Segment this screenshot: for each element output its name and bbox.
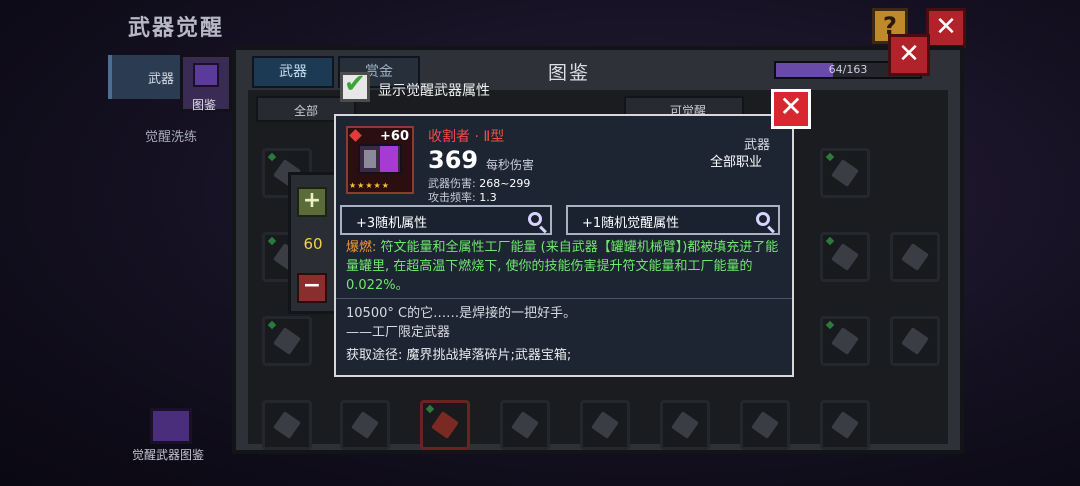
rate-label: 攻击频率: — [428, 191, 480, 204]
increase-button[interactable]: + — [297, 187, 327, 217]
tab-weapons[interactable]: 武器 — [252, 56, 334, 88]
awakened-codex-icon[interactable] — [150, 408, 192, 444]
level-value: 60 — [303, 235, 323, 253]
mech-arm-icon — [358, 144, 402, 174]
level-stepper: + 60 − — [288, 172, 338, 314]
show-awakened-attr-label: 显示觉醒武器属性 — [378, 83, 490, 99]
checkmark-icon: ✔ — [344, 69, 366, 99]
effect-text: 符文能量和全属性工厂能量 (来自武器【罐罐机械臂】)都被填充进了能量罐里, 在超… — [346, 240, 779, 293]
codex-label: 图鉴 — [192, 98, 217, 112]
star-rating: ★★★★★ — [349, 181, 390, 190]
rate-value: 1.3 — [479, 191, 497, 204]
random-attr-button[interactable]: +3随机属性 — [340, 205, 552, 235]
card-divider — [336, 298, 792, 299]
awakened-codex-label: 觉醒武器图鉴 — [132, 448, 205, 462]
weapon-cell[interactable] — [262, 316, 312, 366]
side-tab-reroll[interactable]: 觉醒洗练 — [145, 126, 197, 145]
acquisition-source: 获取途径: 魔界挑战掉落碎片;武器宝箱; — [346, 348, 572, 363]
collection-close-button[interactable]: ✕ — [888, 34, 930, 76]
card-close-button[interactable]: ✕ — [771, 89, 811, 129]
weapon-cell[interactable] — [890, 316, 940, 366]
show-awakened-attr-checkbox[interactable]: ✔ — [340, 69, 370, 102]
weapon-cell[interactable] — [820, 316, 870, 366]
awaken-attr-button[interactable]: +1随机觉醒属性 — [566, 205, 780, 235]
screen-title: 武器觉醒 — [128, 16, 225, 41]
weapon-class: 全部职业 — [710, 155, 763, 170]
weapon-cell[interactable] — [820, 148, 870, 198]
weapon-cell[interactable] — [420, 400, 470, 450]
weapon-level: +60 — [380, 129, 409, 144]
weapon-cell[interactable] — [660, 400, 710, 450]
weapon-cell[interactable] — [340, 400, 390, 450]
random-attr-label: +3随机属性 — [356, 216, 428, 231]
weapon-cell[interactable] — [580, 400, 630, 450]
dps-label: 每秒伤害 — [486, 158, 535, 172]
lore-line-2: ——工厂限定武器 — [346, 325, 451, 340]
weapon-cell[interactable] — [262, 400, 312, 450]
weapon-cell[interactable] — [890, 232, 940, 282]
screen-close-button[interactable]: ✕ — [926, 8, 966, 48]
effect-keyword: 爆燃: — [346, 240, 377, 255]
collection-title: 图鉴 — [548, 62, 591, 84]
weapon-cell[interactable] — [820, 400, 870, 450]
weapon-name: 收割者 · Ⅱ型 — [428, 129, 505, 145]
magnifier-icon — [756, 212, 770, 226]
weapon-cell[interactable] — [500, 400, 550, 450]
lore-text: 10500° C的它……是焊接的一把好手。 ——工厂限定武器 — [346, 304, 576, 342]
rate-stat: 攻击频率: 1.3 — [428, 189, 497, 205]
filter-label: 全部 — [294, 104, 319, 118]
lore-line-1: 10500° C的它……是焊接的一把好手。 — [346, 306, 577, 321]
decrease-button[interactable]: − — [297, 273, 327, 303]
weapon-cell[interactable] — [740, 400, 790, 450]
effect-description: 爆燃: 符文能量和全属性工厂能量 (来自武器【罐罐机械臂】)都被填充进了能量罐里… — [346, 238, 786, 295]
magnifier-icon — [528, 212, 542, 226]
awaken-attr-label: +1随机觉醒属性 — [582, 216, 680, 231]
weapon-cell[interactable] — [820, 232, 870, 282]
dps-value: 369 — [428, 146, 479, 174]
